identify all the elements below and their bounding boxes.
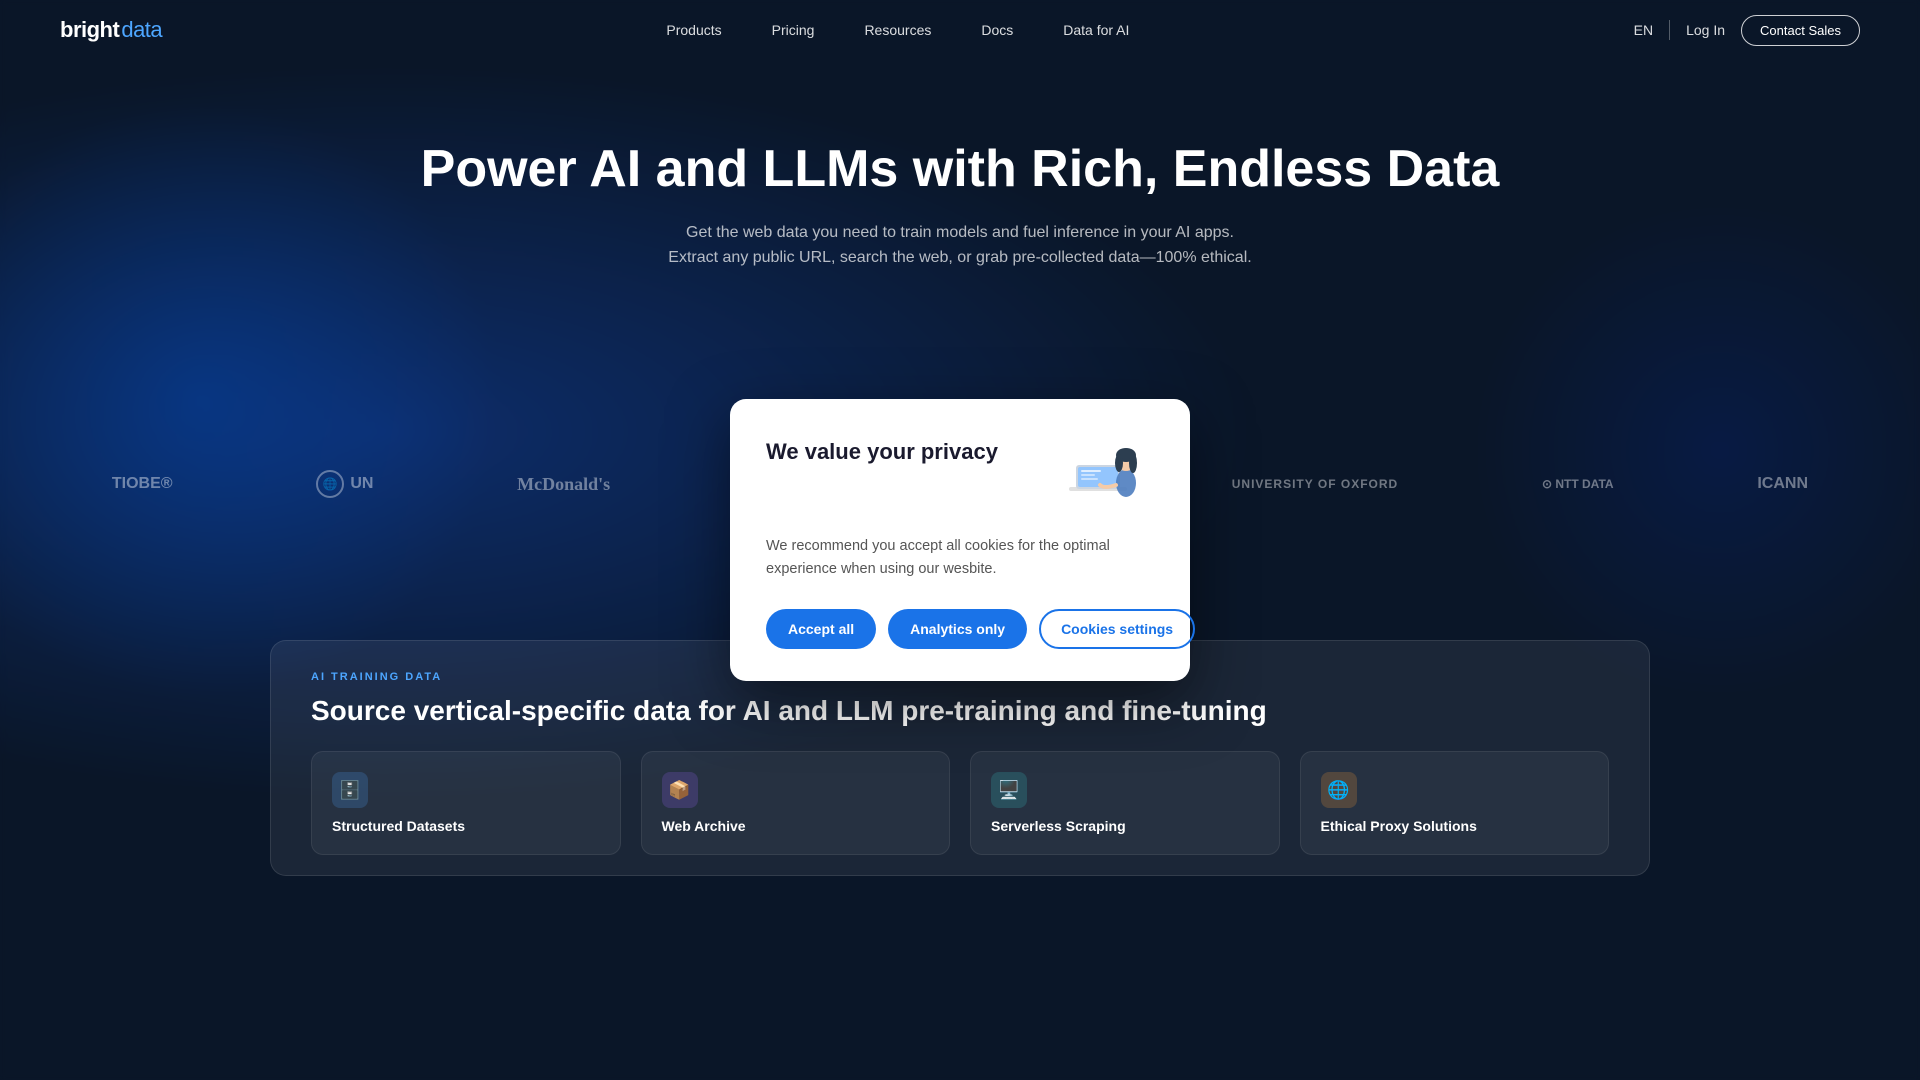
modal-body-text: We recommend you accept all cookies for … (766, 535, 1154, 581)
modal-illustration (1054, 435, 1154, 515)
modal-header: We value your privacy (766, 435, 1154, 515)
modal-title: We value your privacy (766, 439, 1038, 465)
modal-overlay: We value your privacy (0, 0, 1920, 1080)
analytics-only-button[interactable]: Analytics only (888, 609, 1027, 649)
modal-actions: Accept all Analytics only Cookies settin… (766, 609, 1154, 649)
accept-all-button[interactable]: Accept all (766, 609, 876, 649)
privacy-modal: We value your privacy (730, 399, 1190, 681)
cookies-settings-button[interactable]: Cookies settings (1039, 609, 1195, 649)
